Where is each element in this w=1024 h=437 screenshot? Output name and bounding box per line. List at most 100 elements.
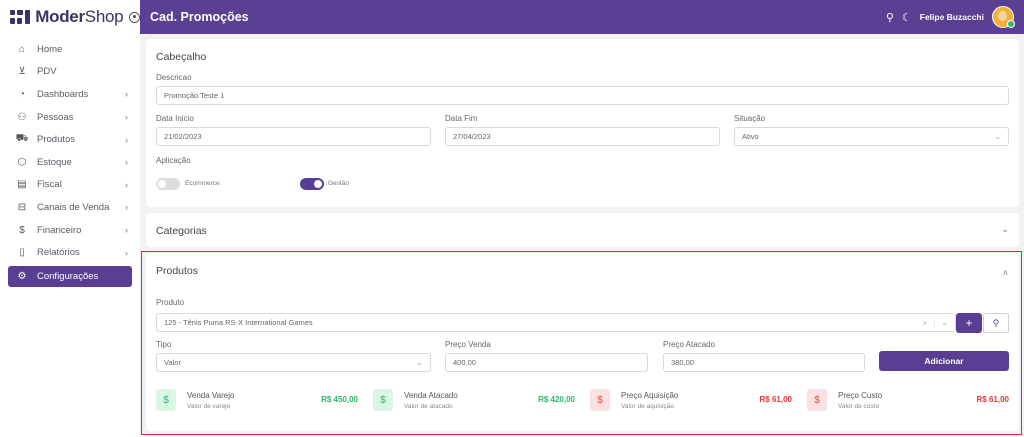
- sidebar-item-label: Dashboards: [37, 88, 89, 100]
- sidebar-item-produtos[interactable]: ⛟ Produtos ›: [0, 128, 140, 151]
- avatar[interactable]: [992, 6, 1015, 28]
- topbar: Cad. Promoções ⚲ ☾ Felipe Buzacchi: [140, 0, 1024, 34]
- data-fim-label: Data Fim: [445, 114, 478, 123]
- data-inicio-label: Data Inicio: [156, 114, 194, 123]
- sidebar-item-label: Estoque: [37, 156, 72, 168]
- chevron-right-icon: ›: [125, 134, 128, 145]
- moon-icon[interactable]: ☾: [902, 11, 912, 24]
- situacao-label: Situação: [734, 114, 766, 123]
- preco-venda-input[interactable]: 400,00: [445, 353, 648, 372]
- aplicacao-label: Aplicação: [156, 156, 191, 165]
- chevron-down-icon[interactable]: ⌄: [941, 318, 948, 327]
- sidebar-item-label: Canais de Venda: [37, 201, 110, 213]
- stat-name: Preço Custo: [838, 390, 883, 400]
- search-product-button[interactable]: ⚲: [983, 313, 1009, 333]
- brand[interactable]: ModerShop: [0, 0, 140, 34]
- users-icon: ⚇: [17, 111, 27, 123]
- chevron-down-icon[interactable]: ⌄: [1001, 224, 1009, 235]
- stat-sub: Valor de aquisição: [621, 402, 674, 410]
- cart-icon: ⊻: [18, 66, 26, 78]
- chevron-right-icon: ›: [125, 112, 128, 123]
- situacao-select[interactable]: Ativo ⌄: [734, 127, 1009, 146]
- sidebar-item-pessoas[interactable]: ⚇ Pessoas ›: [0, 106, 140, 129]
- gear-icon: ⚙: [17, 270, 27, 282]
- brand-name: ModerShop: [35, 7, 124, 26]
- search-icon: ⚲: [992, 317, 1000, 328]
- modershop-logo-icon: [10, 8, 30, 26]
- preco-atacado-label: Preço Atacado: [663, 340, 716, 349]
- sidebar-item-label: Relatórios: [37, 247, 80, 259]
- chevron-up-icon[interactable]: ˄: [1003, 268, 1008, 278]
- stat-venda-atacado: $ Venda Atacado Valor de atacado R$ 420,0…: [373, 386, 575, 414]
- sidebar-item-label: Pessoas: [37, 111, 74, 123]
- header-card-title: Cabeçalho: [156, 51, 207, 63]
- ecommerce-label: Ecommerce: [185, 180, 220, 187]
- preco-atacado-input[interactable]: 380,00: [663, 353, 865, 372]
- sidebar-item-label: Produtos: [37, 134, 76, 146]
- sidebar-item-label: Home: [37, 43, 63, 55]
- dollar-icon: $: [156, 389, 176, 411]
- sidebar-item-label: PDV: [37, 66, 57, 78]
- sidebar-item-canais-de-venda[interactable]: ⊟ Canais de Venda ›: [0, 196, 140, 219]
- sidebar-item-fiscal[interactable]: ▤ Fiscal ›: [0, 174, 140, 197]
- sidebar-item-financeiro[interactable]: $ Financeiro ›: [0, 219, 140, 242]
- stat-sub: Valor de atacado: [404, 402, 453, 410]
- user-name[interactable]: Felipe Buzacchi: [920, 12, 984, 22]
- sidebar-item-home[interactable]: ⌂ Home: [0, 38, 140, 61]
- chevron-right-icon: ›: [125, 225, 128, 236]
- preco-venda-label: Preço Venda: [445, 340, 491, 349]
- stat-value: R$ 61,00: [976, 395, 1009, 404]
- sidebar-item-estoque[interactable]: ⬡ Estoque ›: [0, 151, 140, 174]
- clear-icon[interactable]: ×: [922, 318, 927, 328]
- descricao-input[interactable]: Promoção Teste 1: [156, 86, 1009, 105]
- chevron-down-icon: ⌄: [994, 132, 1001, 141]
- search-icon[interactable]: ⚲: [886, 11, 894, 24]
- stat-sub: Valor de varejo: [187, 402, 231, 410]
- sidebar-item-label: Fiscal: [37, 179, 62, 191]
- document-icon: ▤: [17, 179, 27, 191]
- stat-preco-aquisicao: $ Preço Aquisição Valor de aquisição R$ 6…: [590, 386, 792, 414]
- header-card: Cabeçalho Descricao Promoção Teste 1 Dat…: [146, 39, 1019, 207]
- descricao-label: Descricao: [156, 73, 192, 82]
- sidebar-item-pdv[interactable]: ⊻ PDV: [0, 61, 140, 84]
- stat-value: R$ 450,00: [321, 395, 358, 404]
- truck-icon: ⛟: [15, 133, 29, 145]
- produto-select[interactable]: 125 - Tênis Puma RS-X International Game…: [156, 313, 956, 332]
- ecommerce-toggle[interactable]: [156, 178, 180, 190]
- tipo-select[interactable]: Valor ⌄: [156, 353, 431, 372]
- chevron-right-icon: ›: [125, 202, 128, 213]
- data-fim-input[interactable]: 27/04/2023: [445, 127, 720, 146]
- sidebar-item-configuracoes[interactable]: ⚙ Configurações: [8, 265, 132, 287]
- sidebar-item-label: Configurações: [37, 270, 99, 282]
- categorias-title: Categorias: [156, 225, 207, 237]
- home-icon: ⌂: [18, 43, 26, 55]
- stat-value: R$ 420,00: [538, 395, 575, 404]
- gestao-label: Gestão: [328, 180, 349, 187]
- stat-value: R$ 61,00: [759, 395, 792, 404]
- chevron-down-icon: ⌄: [416, 358, 423, 367]
- dollar-icon: $: [19, 224, 25, 236]
- stat-preco-custo: $ Preço Custo Valor de custo R$ 61,00: [807, 386, 1009, 414]
- stat-sub: Valor de custo: [838, 402, 880, 410]
- file-icon: ▯: [19, 247, 25, 259]
- stat-name: Preço Aquisição: [621, 390, 679, 400]
- page-title: Cad. Promoções: [150, 10, 249, 24]
- stat-name: Venda Varejo: [187, 390, 235, 400]
- sidebar-item-relatorios[interactable]: ▯ Relatórios ›: [0, 241, 140, 264]
- box-icon: ⬡: [17, 156, 27, 168]
- gestao-toggle[interactable]: [300, 178, 324, 190]
- chevron-right-icon: ›: [125, 157, 128, 168]
- adicionar-button[interactable]: Adicionar: [879, 351, 1009, 371]
- categorias-card[interactable]: Categorias ⌄: [146, 213, 1019, 247]
- add-product-button[interactable]: +: [956, 313, 982, 333]
- chevron-right-icon: ›: [125, 247, 128, 258]
- sidebar-item-dashboards[interactable]: ◔ Dashboards ›: [0, 83, 140, 106]
- produto-label: Produto: [156, 298, 185, 307]
- data-inicio-input[interactable]: 21/02/2023: [156, 127, 431, 146]
- dollar-icon: $: [373, 389, 393, 411]
- produtos-title: Produtos: [156, 265, 199, 277]
- dollar-icon: $: [590, 389, 610, 411]
- sidebar: ModerShop ⌂ Home ⊻ PDV ◔ Dashboards › ⚇ Pesso…: [0, 0, 140, 437]
- stat-venda-varejo: $ Venda Varejo Valor de varejo R$ 450,00: [156, 386, 358, 414]
- sidebar-toggle-icon[interactable]: [129, 11, 140, 23]
